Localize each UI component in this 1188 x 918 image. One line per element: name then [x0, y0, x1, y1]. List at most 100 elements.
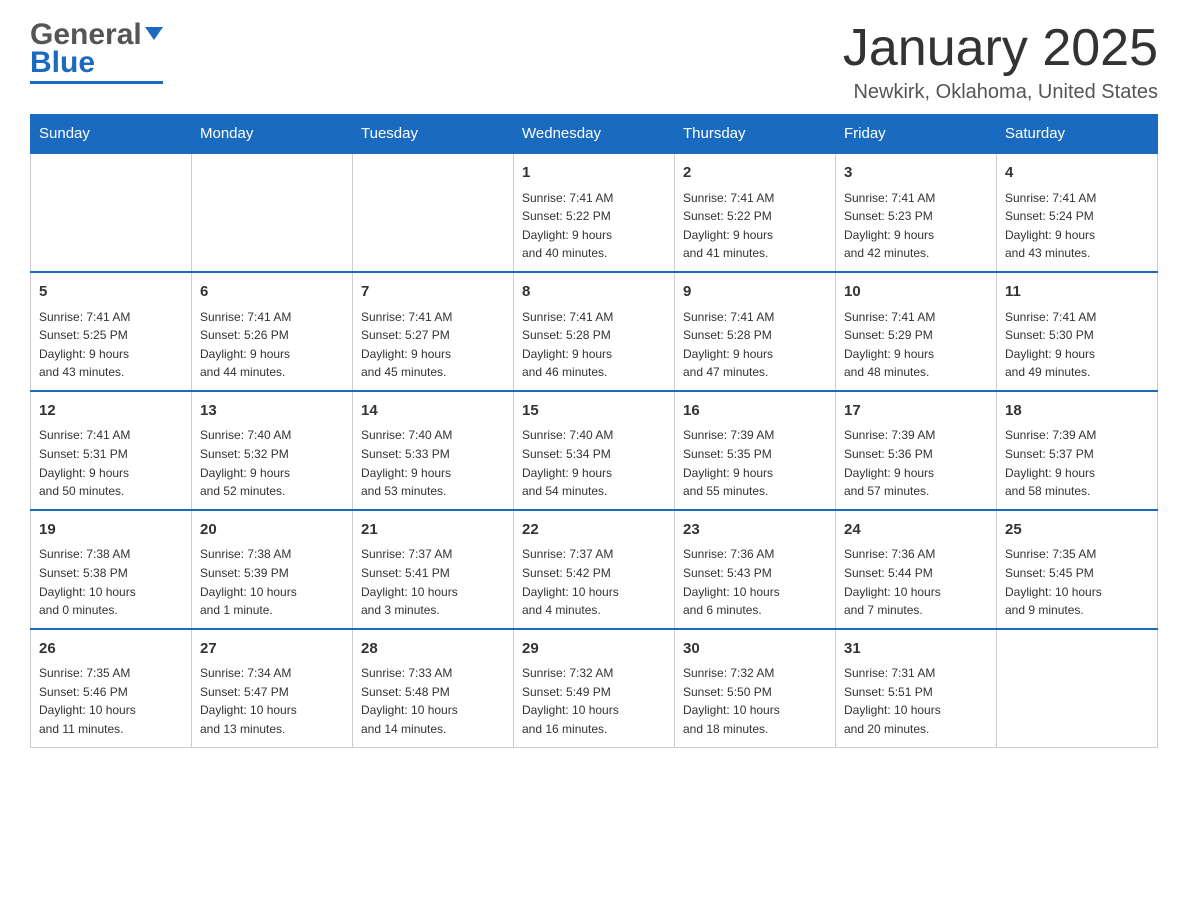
day-number: 19 — [39, 519, 183, 542]
table-row: 22 Sunrise: 7:37 AM Sunset: 5:42 PM Dayli… — [514, 510, 675, 629]
day-info: Sunrise: 7:39 AM Sunset: 5:36 PM Dayligh… — [844, 426, 988, 500]
day-info: Sunrise: 7:40 AM Sunset: 5:32 PM Dayligh… — [200, 426, 344, 500]
day-info: Sunrise: 7:36 AM Sunset: 5:44 PM Dayligh… — [844, 545, 988, 619]
table-row: 21Sunrise: 7:37 AM Sunset: 5:41 PM Dayli… — [353, 510, 514, 629]
table-row: 26 Sunrise: 7:35 AM Sunset: 5:46 PM Dayli… — [31, 629, 192, 747]
table-row: 18 Sunrise: 7:39 AM Sunset: 5:37 PM Dayli… — [997, 391, 1158, 510]
table-row: 12 Sunrise: 7:41 AM Sunset: 5:31 PM Dayli… — [31, 391, 192, 510]
day-number: 24 — [844, 519, 988, 542]
calendar-week-row: 26 Sunrise: 7:35 AM Sunset: 5:46 PM Dayli… — [31, 629, 1158, 747]
calendar-table: Sunday Monday Tuesday Wednesday Thursday… — [30, 114, 1158, 747]
day-number: 28 — [361, 638, 505, 661]
day-info: Sunrise: 7:35 AM Sunset: 5:46 PM Dayligh… — [39, 664, 183, 738]
calendar-header-row: Sunday Monday Tuesday Wednesday Thursday… — [31, 115, 1158, 154]
day-number: 5 — [39, 281, 183, 304]
day-number: 23 — [683, 519, 827, 542]
table-row: 23 Sunrise: 7:36 AM Sunset: 5:43 PM Dayli… — [675, 510, 836, 629]
table-row: 6Sunrise: 7:41 AM Sunset: 5:26 PM Daylig… — [192, 272, 353, 391]
day-number: 15 — [522, 400, 666, 423]
table-row: 16Sunrise: 7:39 AM Sunset: 5:35 PM Dayli… — [675, 391, 836, 510]
table-row: 4 Sunrise: 7:41 AM Sunset: 5:24 PM Daylig… — [997, 153, 1158, 272]
day-info: Sunrise: 7:40 AM Sunset: 5:33 PM Dayligh… — [361, 426, 505, 500]
table-row: 24 Sunrise: 7:36 AM Sunset: 5:44 PM Dayli… — [836, 510, 997, 629]
day-number: 21 — [361, 519, 505, 542]
table-row — [31, 153, 192, 272]
day-number: 3 — [844, 162, 988, 185]
day-info: Sunrise: 7:41 AM Sunset: 5:25 PM Dayligh… — [39, 308, 183, 382]
table-row: 25 Sunrise: 7:35 AM Sunset: 5:45 PM Dayli… — [997, 510, 1158, 629]
header-sunday: Sunday — [31, 115, 192, 154]
table-row: 17 Sunrise: 7:39 AM Sunset: 5:36 PM Dayli… — [836, 391, 997, 510]
day-info: Sunrise: 7:41 AM Sunset: 5:22 PM Dayligh… — [522, 189, 666, 263]
day-info: Sunrise: 7:38 AM Sunset: 5:39 PM Dayligh… — [200, 545, 344, 619]
day-number: 20 — [200, 519, 344, 542]
logo-underline — [30, 81, 163, 84]
day-number: 17 — [844, 400, 988, 423]
logo-row2: Blue — [30, 48, 95, 78]
table-row: 20 Sunrise: 7:38 AM Sunset: 5:39 PM Dayli… — [192, 510, 353, 629]
day-info: Sunrise: 7:39 AM Sunset: 5:35 PM Dayligh… — [683, 426, 827, 500]
table-row: 11Sunrise: 7:41 AM Sunset: 5:30 PM Dayli… — [997, 272, 1158, 391]
table-row: 3 Sunrise: 7:41 AM Sunset: 5:23 PM Daylig… — [836, 153, 997, 272]
day-info: Sunrise: 7:41 AM Sunset: 5:27 PM Dayligh… — [361, 308, 505, 382]
day-number: 6 — [200, 281, 344, 304]
calendar-title: January 2025 — [843, 20, 1158, 77]
day-number: 9 — [683, 281, 827, 304]
table-row: 5 Sunrise: 7:41 AM Sunset: 5:25 PM Daylig… — [31, 272, 192, 391]
day-info: Sunrise: 7:36 AM Sunset: 5:43 PM Dayligh… — [683, 545, 827, 619]
day-number: 7 — [361, 281, 505, 304]
table-row: 9 Sunrise: 7:41 AM Sunset: 5:28 PM Daylig… — [675, 272, 836, 391]
day-info: Sunrise: 7:33 AM Sunset: 5:48 PM Dayligh… — [361, 664, 505, 738]
title-section: January 2025 Newkirk, Oklahoma, United S… — [843, 20, 1158, 104]
header-wednesday: Wednesday — [514, 115, 675, 154]
calendar-week-row: 19Sunrise: 7:38 AM Sunset: 5:38 PM Dayli… — [31, 510, 1158, 629]
table-row: 1 Sunrise: 7:41 AM Sunset: 5:22 PM Daylig… — [514, 153, 675, 272]
day-info: Sunrise: 7:41 AM Sunset: 5:24 PM Dayligh… — [1005, 189, 1149, 263]
day-number: 30 — [683, 638, 827, 661]
table-row: 13Sunrise: 7:40 AM Sunset: 5:32 PM Dayli… — [192, 391, 353, 510]
day-number: 8 — [522, 281, 666, 304]
day-info: Sunrise: 7:31 AM Sunset: 5:51 PM Dayligh… — [844, 664, 988, 738]
header-tuesday: Tuesday — [353, 115, 514, 154]
day-info: Sunrise: 7:39 AM Sunset: 5:37 PM Dayligh… — [1005, 426, 1149, 500]
day-info: Sunrise: 7:32 AM Sunset: 5:50 PM Dayligh… — [683, 664, 827, 738]
table-row: 30 Sunrise: 7:32 AM Sunset: 5:50 PM Dayli… — [675, 629, 836, 747]
calendar-week-row: 1 Sunrise: 7:41 AM Sunset: 5:22 PM Daylig… — [31, 153, 1158, 272]
calendar-week-row: 5 Sunrise: 7:41 AM Sunset: 5:25 PM Daylig… — [31, 272, 1158, 391]
header-friday: Friday — [836, 115, 997, 154]
logo-triangle-icon — [145, 27, 163, 40]
logo-blue-text: Blue — [30, 48, 95, 78]
day-number: 18 — [1005, 400, 1149, 423]
day-info: Sunrise: 7:41 AM Sunset: 5:22 PM Dayligh… — [683, 189, 827, 263]
day-info: Sunrise: 7:41 AM Sunset: 5:31 PM Dayligh… — [39, 426, 183, 500]
day-info: Sunrise: 7:34 AM Sunset: 5:47 PM Dayligh… — [200, 664, 344, 738]
day-number: 22 — [522, 519, 666, 542]
table-row: 31Sunrise: 7:31 AM Sunset: 5:51 PM Dayli… — [836, 629, 997, 747]
table-row: 14 Sunrise: 7:40 AM Sunset: 5:33 PM Dayli… — [353, 391, 514, 510]
day-number: 27 — [200, 638, 344, 661]
day-number: 10 — [844, 281, 988, 304]
day-number: 26 — [39, 638, 183, 661]
day-info: Sunrise: 7:35 AM Sunset: 5:45 PM Dayligh… — [1005, 545, 1149, 619]
day-info: Sunrise: 7:41 AM Sunset: 5:23 PM Dayligh… — [844, 189, 988, 263]
table-row — [353, 153, 514, 272]
day-number: 29 — [522, 638, 666, 661]
day-info: Sunrise: 7:32 AM Sunset: 5:49 PM Dayligh… — [522, 664, 666, 738]
table-row — [997, 629, 1158, 747]
day-info: Sunrise: 7:37 AM Sunset: 5:42 PM Dayligh… — [522, 545, 666, 619]
header-thursday: Thursday — [675, 115, 836, 154]
day-number: 25 — [1005, 519, 1149, 542]
header-monday: Monday — [192, 115, 353, 154]
day-number: 4 — [1005, 162, 1149, 185]
day-number: 12 — [39, 400, 183, 423]
day-number: 14 — [361, 400, 505, 423]
day-number: 1 — [522, 162, 666, 185]
table-row: 28 Sunrise: 7:33 AM Sunset: 5:48 PM Dayli… — [353, 629, 514, 747]
header-saturday: Saturday — [997, 115, 1158, 154]
day-number: 2 — [683, 162, 827, 185]
table-row: 29 Sunrise: 7:32 AM Sunset: 5:49 PM Dayli… — [514, 629, 675, 747]
page-header: General Blue January 2025 Newkirk, Oklah… — [30, 20, 1158, 104]
table-row: 8Sunrise: 7:41 AM Sunset: 5:28 PM Daylig… — [514, 272, 675, 391]
calendar-week-row: 12 Sunrise: 7:41 AM Sunset: 5:31 PM Dayli… — [31, 391, 1158, 510]
day-info: Sunrise: 7:41 AM Sunset: 5:28 PM Dayligh… — [683, 308, 827, 382]
